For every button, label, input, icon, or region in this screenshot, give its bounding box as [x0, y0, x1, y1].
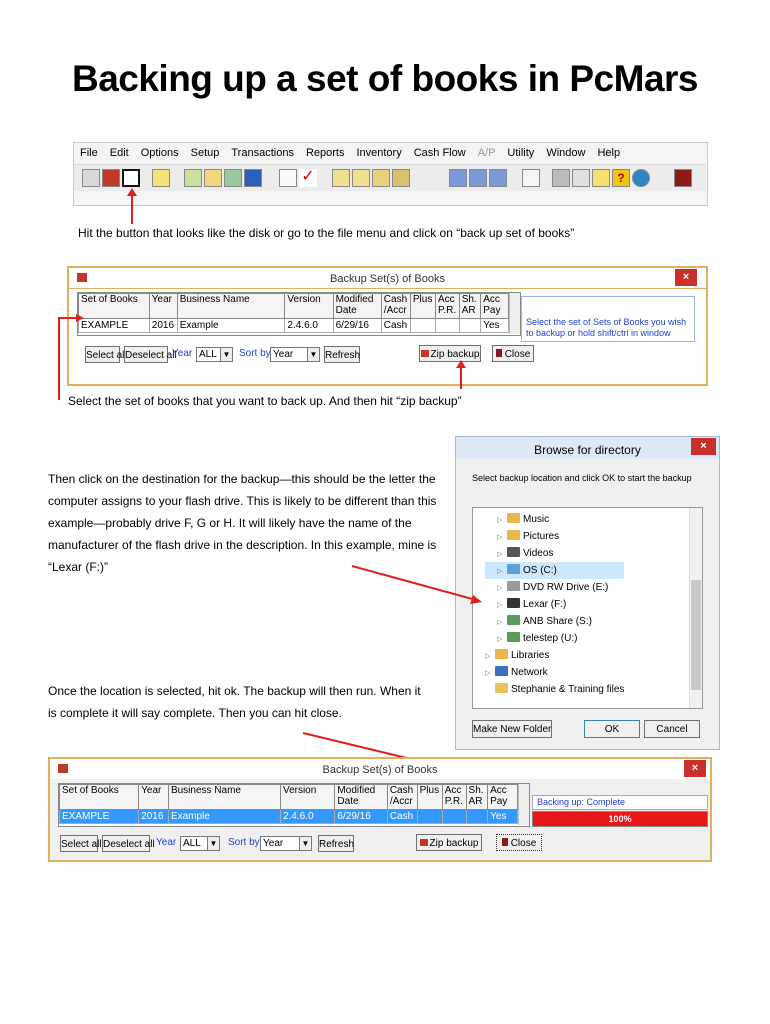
- table-cell: Cash: [386, 809, 418, 824]
- refresh-button[interactable]: Refresh: [318, 835, 354, 852]
- backup-window-complete-title: Backup Set(s) of Books: [322, 764, 438, 776]
- year-select[interactable]: ALL ▼: [180, 836, 220, 851]
- column-header[interactable]: Acc P.R.: [441, 784, 467, 810]
- table-cell: 2016: [138, 809, 169, 824]
- chevron-down-icon: ▼: [299, 837, 311, 850]
- zip-icon: [419, 839, 428, 846]
- zip-backup-button[interactable]: Zip backup: [416, 834, 482, 851]
- books-grid-complete-wrap: Set of Books Year Business Name Version Modi…: [58, 783, 530, 827]
- deselect-all-button[interactable]: Deselect all: [102, 835, 155, 852]
- pointer-arrow-3-line: [351, 565, 477, 601]
- close-button-label: Close: [510, 838, 537, 849]
- status-text: Backing up: Complete: [537, 797, 626, 807]
- chevron-down-icon: ▼: [207, 837, 219, 850]
- progress-text: 100%: [608, 814, 632, 824]
- table-cell: Example: [167, 809, 281, 824]
- pointer-arrow-3-head: [470, 595, 482, 604]
- books-grid-complete: Set of Books Year Business Name Version Modi…: [59, 784, 518, 824]
- pointer-arrow-3: [302, 565, 518, 788]
- status-box: Backing up: Complete: [532, 795, 708, 810]
- column-header[interactable]: Acc Pay: [487, 784, 518, 810]
- column-header[interactable]: Cash /Accr: [386, 784, 418, 810]
- table-row[interactable]: EXAMPLE 2016 Example 2.4.6.0 6/29/16 Cash Yes: [59, 809, 518, 824]
- table-cell: [441, 809, 467, 824]
- column-header[interactable]: Business Name: [167, 784, 281, 810]
- table-cell: Yes: [487, 809, 518, 824]
- year-select-value: ALL: [183, 838, 201, 849]
- table-cell: 2.4.6.0: [279, 809, 336, 824]
- table-cell: 6/29/16: [334, 809, 388, 824]
- select-all-button[interactable]: Select all: [60, 835, 102, 852]
- progress-bar: 100%: [532, 811, 708, 827]
- column-header[interactable]: Version: [279, 784, 336, 810]
- door-icon: [501, 838, 508, 846]
- column-header[interactable]: Sh. AR: [465, 784, 489, 810]
- sortby-select-value: Year: [263, 838, 284, 849]
- year-label: Year: [156, 837, 177, 848]
- zip-backup-label: Zip backup: [429, 838, 479, 849]
- backup-window-complete-close-icon[interactable]: ×: [684, 760, 706, 777]
- grid-scrollbar[interactable]: [518, 784, 529, 825]
- sortby-label: Sort by: [228, 837, 260, 848]
- column-header[interactable]: Modified Date: [334, 784, 388, 810]
- column-header[interactable]: Plus: [416, 784, 443, 810]
- column-header[interactable]: Year: [138, 784, 169, 810]
- close-button[interactable]: Close: [496, 834, 542, 851]
- table-cell: [465, 809, 489, 824]
- backup-window-complete: Backup Set(s) of Books × Set of Books Yea…: [48, 757, 712, 862]
- column-header[interactable]: Set of Books: [59, 784, 140, 810]
- table-cell: [416, 809, 443, 824]
- step4-instruction: Once the location is selected, hit ok. T…: [48, 684, 421, 720]
- sortby-select[interactable]: Year ▼: [260, 836, 312, 851]
- table-cell: EXAMPLE: [59, 809, 140, 824]
